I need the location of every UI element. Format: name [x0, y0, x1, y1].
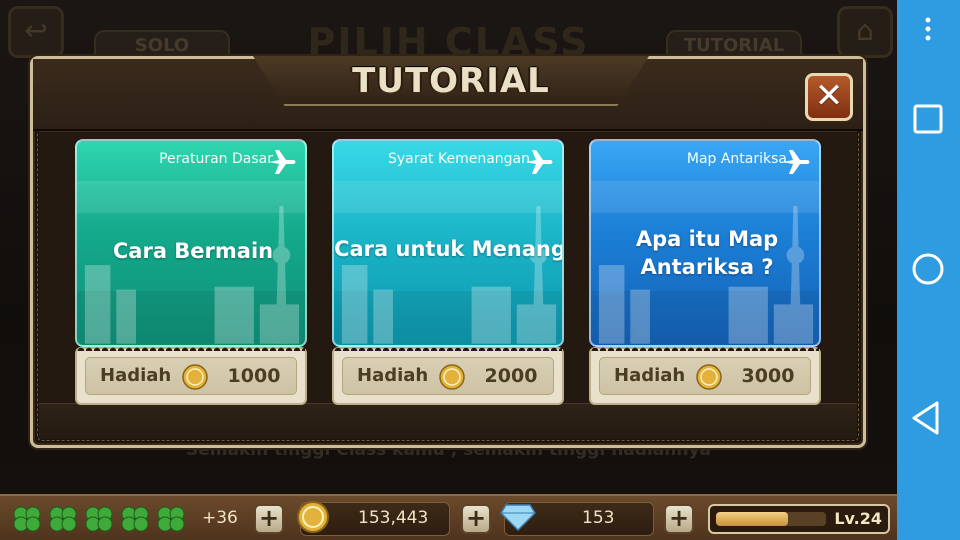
city-skyline-icon [84, 206, 300, 344]
coin-icon [439, 364, 465, 390]
level-label: Lv.24 [834, 509, 882, 528]
card-title: Cara untuk Menang [334, 235, 564, 263]
clover-lives [10, 503, 188, 535]
card-reward: Hadiah 1000 [75, 345, 307, 405]
airplane-icon [526, 150, 553, 174]
reward-label: Hadiah [357, 365, 429, 386]
reward-label: Hadiah [614, 365, 686, 386]
menu-dots-icon[interactable] [897, 0, 960, 60]
recent-apps-icon[interactable] [897, 90, 960, 150]
back-icon[interactable] [897, 388, 960, 448]
coin-icon [696, 364, 722, 390]
reward-value: 1000 [227, 365, 281, 387]
home-icon[interactable] [897, 240, 960, 300]
dialog-footer [39, 403, 857, 439]
game-screen: ↩ ⌂ SOLO PILIH CLASS TUTORIAL Semakin ti… [0, 0, 897, 540]
add-clover-button[interactable]: + [254, 504, 284, 534]
reward-panel: Hadiah 2000 [342, 357, 554, 395]
clover-icon [13, 506, 41, 532]
coin-icon [297, 501, 329, 533]
add-gems-button[interactable]: + [664, 504, 694, 534]
card-reward: Hadiah 2000 [332, 345, 564, 405]
diamond-icon [500, 504, 536, 532]
coin-balance: 153,443 [358, 508, 429, 528]
reward-value: 2000 [484, 365, 538, 387]
reward-panel: Hadiah 3000 [599, 357, 811, 395]
reward-panel: Hadiah 1000 [85, 357, 297, 395]
city-skyline-icon [341, 206, 557, 344]
level-xp-bar: Lv.24 [708, 504, 890, 534]
card-title-line-1: Apa itu Map [635, 227, 779, 251]
airplane-icon [269, 150, 296, 174]
coin-icon [182, 364, 208, 390]
reward-value: 3000 [741, 365, 795, 387]
card-title: Apa itu Map Antariksa ? [591, 225, 819, 281]
tutorial-dialog: TUTORIAL ✕ Peraturan Dasar Cara Bermain … [30, 56, 866, 448]
dialog-title: TUTORIAL [352, 61, 550, 101]
card-banner[interactable]: Syarat Kemenangan Cara untuk Menang [332, 139, 564, 347]
clover-icon [85, 506, 113, 532]
tutorial-card-victory-conditions[interactable]: Syarat Kemenangan Cara untuk Menang Hadi… [332, 139, 564, 405]
clover-icon [121, 506, 149, 532]
card-banner[interactable]: Peraturan Dasar Cara Bermain [75, 139, 307, 347]
add-coins-button[interactable]: + [461, 504, 491, 534]
card-title: Cara Bermain [77, 237, 305, 265]
card-title-line-2: Antariksa ? [640, 255, 774, 279]
card-subtitle: Map Antariksa [686, 151, 787, 167]
card-reward: Hadiah 3000 [589, 345, 821, 405]
android-navigation-bar [897, 0, 960, 540]
gem-balance: 153 [582, 508, 615, 528]
resource-bar: +36 + 153,443 + 153 + Lv.24 [0, 494, 897, 540]
xp-fill [716, 512, 788, 526]
clover-bonus: +36 [202, 508, 238, 528]
airplane-icon [783, 150, 810, 174]
clover-icon [157, 506, 185, 532]
reward-label: Hadiah [100, 365, 172, 386]
close-button[interactable]: ✕ [805, 73, 853, 121]
card-banner[interactable]: Map Antariksa Apa itu Map Antariksa ? [589, 139, 821, 347]
close-icon: ✕ [814, 76, 844, 116]
card-subtitle: Peraturan Dasar [159, 151, 273, 167]
tutorial-card-basic-rules[interactable]: Peraturan Dasar Cara Bermain Hadiah 1000 [75, 139, 307, 405]
card-subtitle: Syarat Kemenangan [387, 151, 530, 167]
clover-icon [49, 506, 77, 532]
card-title-line-1: Cara Bermain [112, 239, 274, 263]
card-title-line-1: Cara untuk Menang [334, 237, 564, 261]
tutorial-card-space-map[interactable]: Map Antariksa Apa itu Map Antariksa ? Ha… [589, 139, 821, 405]
